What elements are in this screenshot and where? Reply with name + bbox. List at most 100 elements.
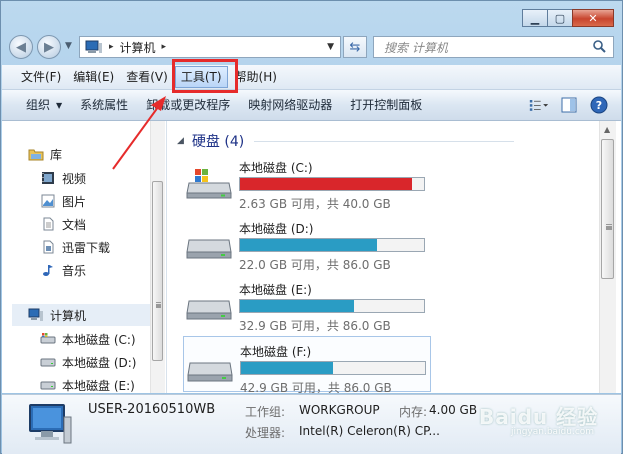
drive-usage-bar <box>239 177 425 191</box>
nav-drive-d[interactable]: 本地磁盘 (D:) <box>40 351 136 373</box>
nav-computer-label: 计算机 <box>50 308 87 323</box>
windows-drive-icon <box>186 169 232 199</box>
drive-tile-c[interactable]: 本地磁盘 (C:) 2.63 GB 可用，共 40.0 GB <box>183 153 428 211</box>
memory-label: 内存: <box>399 405 428 419</box>
forward-button[interactable]: ▶ <box>37 35 61 59</box>
menu-edit[interactable]: 编辑(E) <box>68 66 119 88</box>
nav-pictures[interactable]: 图片 <box>40 190 86 212</box>
tools-menu-highlight-box <box>172 59 238 93</box>
nav-music[interactable]: 音乐 <box>40 259 86 281</box>
computer-name: USER-20160510WB <box>88 402 216 417</box>
view-controls: ? <box>519 95 609 115</box>
breadcrumb-computer[interactable]: 计算机 <box>120 39 156 56</box>
chevron-down-icon: ▼ <box>56 100 63 110</box>
picture-icon <box>40 193 56 209</box>
search-box[interactable]: 搜索 计算机 <box>373 36 614 58</box>
preview-pane-icon <box>561 97 577 113</box>
command-bar: 组织 ▼ 系统属性 卸载或更改程序 映射网络驱动器 打开控制面板 ? <box>2 90 621 121</box>
drive-free-space: 22.0 GB 可用，共 86.0 GB <box>239 258 391 272</box>
document-icon <box>40 216 56 232</box>
nav-thunder-downloads[interactable]: 迅雷下载 <box>40 236 110 258</box>
uninstall-program-button[interactable]: 卸载或更改程序 <box>137 91 239 119</box>
hard-drive-icon <box>40 377 56 393</box>
content-pane: ◢ 硬盘 (4) 本地磁盘 (C:) 2.63 GB 可用，共 40.0 GB … <box>167 121 621 393</box>
breadcrumb-separator[interactable]: ▸ <box>162 42 167 52</box>
processor-value: Intel(R) Celeron(R) CP... <box>299 424 440 438</box>
hard-drive-icon <box>186 239 232 259</box>
drive-usage-fill <box>240 239 377 251</box>
drive-tile-e[interactable]: 本地磁盘 (E:) 32.9 GB 可用，共 86.0 GB <box>183 275 428 333</box>
nav-videos[interactable]: 视频 <box>40 167 86 189</box>
drive-tile-d[interactable]: 本地磁盘 (D:) 22.0 GB 可用，共 86.0 GB <box>183 214 428 272</box>
hard-drive-icon <box>186 300 232 320</box>
memory-value: 4.00 GB <box>429 403 478 417</box>
refresh-icon: ⇆ <box>349 39 361 55</box>
menu-view[interactable]: 查看(V) <box>121 66 173 88</box>
open-control-panel-button[interactable]: 打开控制面板 <box>341 91 431 119</box>
download-folder-icon <box>40 239 56 255</box>
minimize-button[interactable]: ▁ <box>522 9 548 27</box>
address-bar[interactable]: ▸ 计算机 ▸ ▼ <box>79 36 341 58</box>
nav-drive-c[interactable]: 本地磁盘 (C:) <box>40 328 136 350</box>
window-controls: ▁ ▢ ✕ <box>522 9 614 27</box>
address-dropdown[interactable]: ▼ <box>327 42 334 52</box>
refresh-button[interactable]: ⇆ <box>343 36 367 58</box>
drive-name: 本地磁盘 (E:) <box>239 283 312 297</box>
organize-button[interactable]: 组织 ▼ <box>18 91 71 119</box>
nav-computer[interactable]: 计算机 <box>12 304 150 326</box>
scroll-up-icon[interactable]: ▲ <box>604 125 610 134</box>
hard-disks-group-header[interactable]: ◢ 硬盘 (4) <box>177 131 515 151</box>
computer-icon <box>29 404 72 444</box>
drive-name: 本地磁盘 (F:) <box>240 345 312 359</box>
content-scrollbar-thumb[interactable] <box>601 139 614 279</box>
back-button[interactable]: ◀ <box>9 35 33 59</box>
nav-scrollbar[interactable] <box>150 121 165 393</box>
drive-tile-f[interactable]: 本地磁盘 (F:) 42.9 GB 可用，共 86.0 GB <box>183 336 431 393</box>
help-button[interactable]: ? <box>589 95 609 115</box>
drive-usage-bar <box>239 299 425 313</box>
nav-drive-e[interactable]: 本地磁盘 (E:) <box>40 374 135 393</box>
library-folder-icon <box>28 146 44 162</box>
arrow-right-icon: ▶ <box>44 39 54 55</box>
workgroup-value: WORKGROUP <box>299 403 380 417</box>
drive-name: 本地磁盘 (C:) <box>239 161 313 175</box>
maximize-button[interactable]: ▢ <box>547 9 573 27</box>
drive-free-space: 2.63 GB 可用，共 40.0 GB <box>239 197 391 211</box>
navigation-pane: 库 视频 图片 文档 迅雷下载 音乐 计算机 本地磁盘 (C:) 本地磁盘 (D… <box>2 121 167 393</box>
drive-usage-fill <box>240 178 412 190</box>
nav-libraries[interactable]: 库 <box>28 143 62 165</box>
group-divider <box>254 140 515 142</box>
menu-bar: 文件(F) 编辑(E) 查看(V) 工具(T) 帮助(H) <box>2 65 621 90</box>
nav-documents[interactable]: 文档 <box>40 213 86 235</box>
collapse-triangle-icon[interactable]: ◢ <box>177 136 184 146</box>
workgroup-label: 工作组: <box>245 405 286 419</box>
system-properties-button[interactable]: 系统属性 <box>71 91 137 119</box>
nav-scrollbar-thumb[interactable] <box>152 181 163 361</box>
help-icon: ? <box>590 96 608 114</box>
group-title: 硬盘 (4) <box>191 134 245 150</box>
drive-free-space: 42.9 GB 可用，共 86.0 GB <box>240 381 392 393</box>
windows-drive-icon <box>40 331 56 347</box>
preview-pane-button[interactable] <box>559 95 579 115</box>
drive-usage-fill <box>241 362 334 374</box>
video-icon <box>40 170 56 186</box>
drive-usage-bar <box>239 238 425 252</box>
content-scrollbar[interactable]: ▲ <box>599 121 616 393</box>
nav-music-label: 音乐 <box>62 263 87 278</box>
computer-icon <box>85 40 102 53</box>
search-placeholder: 搜索 计算机 <box>384 40 448 55</box>
recent-pages-dropdown[interactable]: ▼ <box>65 41 72 51</box>
menu-file[interactable]: 文件(F) <box>16 66 66 88</box>
baidu-watermark-url: jingyan.baidu.com <box>511 427 595 437</box>
close-button[interactable]: ✕ <box>572 9 614 27</box>
nav-drive-d-label: 本地磁盘 (D:) <box>62 355 137 370</box>
nav-drive-e-label: 本地磁盘 (E:) <box>62 378 135 393</box>
map-network-drive-button[interactable]: 映射网络驱动器 <box>239 91 341 119</box>
nav-documents-label: 文档 <box>62 217 87 232</box>
change-view-button[interactable] <box>529 95 549 115</box>
search-icon[interactable] <box>591 39 607 55</box>
arrow-left-icon: ◀ <box>16 39 26 55</box>
breadcrumb-separator[interactable]: ▸ <box>109 42 114 52</box>
nav-videos-label: 视频 <box>62 171 87 186</box>
navigation-bar: ◀ ▶ ▼ ▸ 计算机 ▸ ▼ ⇆ 搜索 计算机 <box>9 33 614 61</box>
